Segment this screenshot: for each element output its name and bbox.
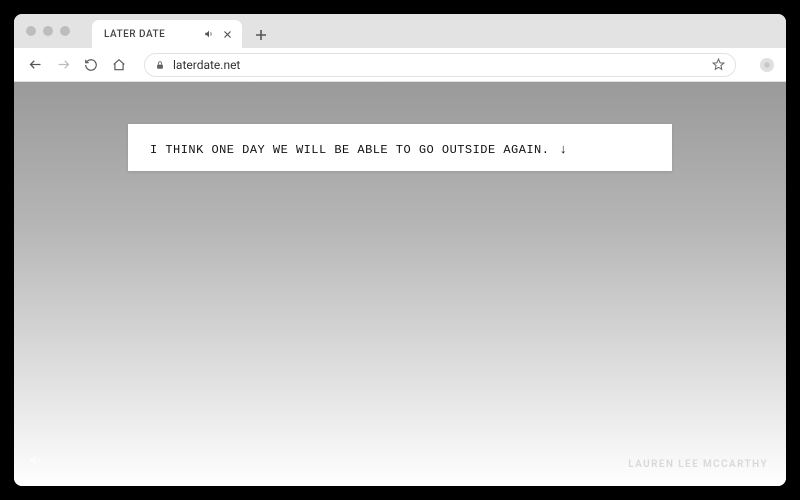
reload-button[interactable] — [82, 56, 100, 74]
back-button[interactable] — [26, 56, 44, 74]
browser-window: LATER DATE — [14, 14, 786, 486]
bookmark-button[interactable] — [712, 58, 725, 71]
browser-tab[interactable]: LATER DATE — [92, 20, 242, 48]
profile-button[interactable] — [760, 58, 774, 72]
home-button[interactable] — [110, 56, 128, 74]
down-arrow-icon[interactable]: ↓ — [559, 142, 567, 157]
forward-button[interactable] — [54, 56, 72, 74]
speaker-icon[interactable] — [28, 452, 44, 472]
window-zoom-button[interactable] — [60, 26, 70, 36]
new-tab-button[interactable] — [248, 22, 274, 48]
window-minimize-button[interactable] — [43, 26, 53, 36]
message-card: I THINK ONE DAY WE WILL BE ABLE TO GO OU… — [128, 124, 672, 171]
url-text: laterdate.net — [173, 58, 704, 72]
tab-close-button[interactable] — [222, 29, 232, 39]
page-content: I THINK ONE DAY WE WILL BE ABLE TO GO OU… — [14, 82, 786, 486]
tab-strip: LATER DATE — [14, 14, 786, 48]
tab-audio-icon[interactable] — [204, 29, 214, 39]
address-bar[interactable]: laterdate.net — [144, 53, 736, 77]
toolbar: laterdate.net — [14, 48, 786, 82]
lock-icon — [155, 60, 165, 70]
message-text: I THINK ONE DAY WE WILL BE ABLE TO GO OU… — [150, 143, 549, 157]
window-close-button[interactable] — [26, 26, 36, 36]
artist-credit[interactable]: LAUREN LEE MCCARTHY — [628, 459, 768, 470]
window-controls — [26, 14, 70, 48]
tab-title: LATER DATE — [104, 29, 196, 40]
